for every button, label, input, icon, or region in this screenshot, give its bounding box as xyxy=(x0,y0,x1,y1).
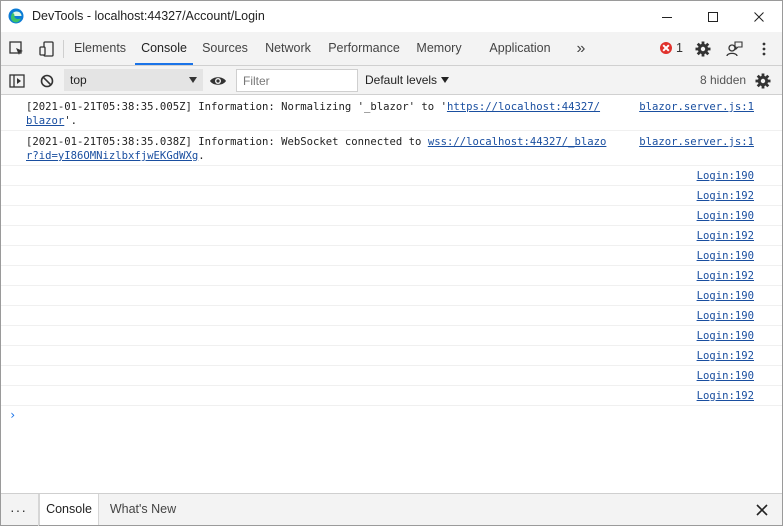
gear-icon xyxy=(755,73,771,89)
console-message: [2021-01-21T05:38:35.005Z] Information: … xyxy=(1,96,782,131)
device-icon xyxy=(39,41,54,57)
source-link[interactable]: Login:190 xyxy=(697,310,754,322)
source-link[interactable]: Login:190 xyxy=(697,170,754,182)
show-sidebar-button[interactable] xyxy=(8,72,26,90)
log-levels-dropdown[interactable]: Default levels xyxy=(365,73,450,87)
message-link[interactable]: blazor xyxy=(26,115,64,127)
dropdown-arrow-icon xyxy=(189,77,197,83)
console-toolbar: top Default levels 8 hidden xyxy=(1,66,782,95)
message-link[interactable]: wss://localhost:44327/_blazo xyxy=(428,136,607,148)
drawer-tab-whats-new[interactable]: What's New xyxy=(103,494,183,525)
console-settings-button[interactable] xyxy=(754,72,772,90)
source-link[interactable]: Login:190 xyxy=(697,330,754,342)
execution-context-select[interactable]: top xyxy=(64,69,203,91)
console-message: Login:192 xyxy=(1,266,782,286)
eye-icon xyxy=(210,77,226,85)
console-message: Login:190 xyxy=(1,306,782,326)
close-window-button[interactable] xyxy=(736,1,782,32)
log-levels-label: Default levels xyxy=(365,73,438,87)
message-link[interactable]: https://localhost:44327/ xyxy=(447,101,600,113)
error-icon xyxy=(660,42,672,54)
close-icon xyxy=(756,504,768,516)
source-link[interactable]: Login:192 xyxy=(697,350,754,362)
console-message: Login:190 xyxy=(1,206,782,226)
console-message: Login:190 xyxy=(1,246,782,266)
console-message: Login:190 xyxy=(1,286,782,306)
tab-elements[interactable]: Elements xyxy=(69,32,131,65)
console-message: Login:190 xyxy=(1,326,782,346)
console-message: [2021-01-21T05:38:35.038Z] Information: … xyxy=(1,131,782,166)
drawer-menu-button[interactable]: ··· xyxy=(10,502,27,518)
clear-circle-slash-icon xyxy=(40,74,54,88)
tab-network[interactable]: Network xyxy=(259,32,317,65)
panel-tab-bar: Elements Console Sources Network Perform… xyxy=(1,32,782,66)
edge-logo-icon xyxy=(8,8,24,24)
tab-console[interactable]: Console xyxy=(135,32,193,65)
device-toolbar-button[interactable] xyxy=(38,40,56,58)
source-link[interactable]: blazor.server.js:1 xyxy=(639,135,754,149)
message-text: [2021-01-21T05:38:35.038Z] Information: … xyxy=(26,136,428,148)
clear-console-button[interactable] xyxy=(38,72,56,90)
console-message: Login:190 xyxy=(1,366,782,386)
more-options-button[interactable] xyxy=(755,40,773,58)
minimize-icon xyxy=(662,16,672,18)
message-text: '. xyxy=(64,115,78,127)
context-value: top xyxy=(70,73,87,87)
message-line: r?id=yI86OMNizlbxfjwEKGdWXg. xyxy=(26,149,782,163)
console-message: Login:192 xyxy=(1,386,782,406)
error-count-badge[interactable]: 1 xyxy=(660,41,683,55)
drawer-tab-bar: ··· Console What's New xyxy=(1,493,782,526)
minimize-button[interactable] xyxy=(644,1,690,32)
filter-input[interactable] xyxy=(236,69,358,92)
source-link[interactable]: Login:190 xyxy=(697,370,754,382)
source-link[interactable]: Login:192 xyxy=(697,270,754,282)
hidden-messages-count: 8 hidden xyxy=(700,73,747,87)
message-text: . xyxy=(198,150,205,162)
live-expression-button[interactable] xyxy=(209,72,227,90)
source-link[interactable]: Login:190 xyxy=(697,290,754,302)
console-prompt-icon[interactable]: › xyxy=(9,408,16,422)
title-bar: DevTools - localhost:44327/Account/Login xyxy=(1,1,782,32)
close-drawer-button[interactable] xyxy=(755,503,769,517)
toolbar-divider xyxy=(63,40,64,58)
error-count: 1 xyxy=(676,41,683,55)
console-output[interactable]: [2021-01-21T05:38:35.005Z] Information: … xyxy=(1,96,782,493)
source-link[interactable]: Login:190 xyxy=(697,250,754,262)
devtools-window: DevTools - localhost:44327/Account/Login… xyxy=(0,0,783,526)
gear-icon xyxy=(695,41,711,57)
settings-button[interactable] xyxy=(694,40,712,58)
tab-memory[interactable]: Memory xyxy=(411,32,467,65)
vertical-dots-icon xyxy=(762,42,766,56)
console-message: Login:192 xyxy=(1,226,782,246)
tab-sources[interactable]: Sources xyxy=(197,32,253,65)
tab-application[interactable]: Application xyxy=(483,32,557,65)
message-line: blazor'. xyxy=(26,114,782,128)
sidebar-toggle-icon xyxy=(9,74,25,88)
console-message: Login:190 xyxy=(1,166,782,186)
tab-performance[interactable]: Performance xyxy=(325,32,403,65)
more-tabs-button[interactable]: » xyxy=(569,32,593,65)
console-message: Login:192 xyxy=(1,186,782,206)
caret-down-icon xyxy=(441,77,450,83)
window-title: DevTools - localhost:44327/Account/Login xyxy=(32,9,265,23)
message-text: [2021-01-21T05:38:35.005Z] Information: … xyxy=(26,101,447,113)
console-message: Login:192 xyxy=(1,346,782,366)
source-link[interactable]: Login:190 xyxy=(697,210,754,222)
inspect-element-button[interactable] xyxy=(8,40,26,58)
maximize-button[interactable] xyxy=(690,1,736,32)
source-link[interactable]: Login:192 xyxy=(697,230,754,242)
source-link[interactable]: Login:192 xyxy=(697,190,754,202)
source-link[interactable]: Login:192 xyxy=(697,390,754,402)
feedback-person-icon xyxy=(726,41,743,57)
drawer-tab-console[interactable]: Console xyxy=(39,494,99,525)
close-icon xyxy=(754,11,764,22)
inspect-cursor-icon xyxy=(9,41,23,55)
maximize-icon xyxy=(708,11,718,22)
source-link[interactable]: blazor.server.js:1 xyxy=(639,100,754,114)
feedback-button[interactable] xyxy=(725,40,743,58)
message-link[interactable]: r?id=yI86OMNizlbxfjwEKGdWXg xyxy=(26,150,198,162)
